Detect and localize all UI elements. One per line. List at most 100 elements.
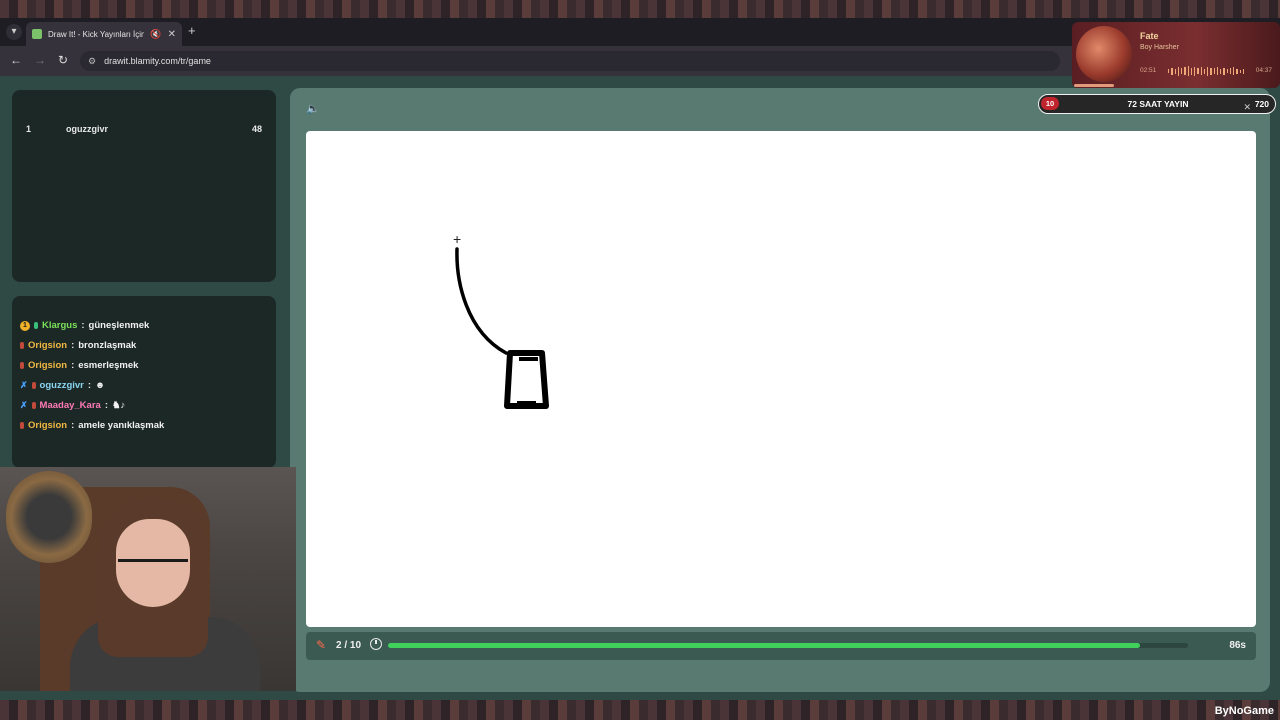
equalizer-bar xyxy=(1171,67,1173,75)
equalizer-bar xyxy=(1203,68,1205,74)
drop-badge-icon xyxy=(20,422,24,429)
leaderboard-panel: 1 oguzzgivr 48 xyxy=(12,90,276,282)
equalizer-bar xyxy=(1233,67,1235,75)
drawing-strokes xyxy=(455,247,549,409)
subathon-timer-bar: 10 72 SAAT YAYIN ✕ 720 xyxy=(1038,94,1276,114)
tab-close-icon[interactable]: ✕ xyxy=(168,29,176,40)
equalizer-bar xyxy=(1207,66,1209,76)
drop-badge-icon xyxy=(20,362,24,369)
equalizer-bar xyxy=(1168,69,1170,73)
equalizer-bar xyxy=(1213,68,1215,74)
stream-frame-bottom xyxy=(0,700,1280,720)
chat-text: bronzlaşmak xyxy=(78,340,137,351)
time-remaining: 86s xyxy=(1229,640,1246,651)
webcam-feed xyxy=(0,467,296,691)
chat-message: ✗ oguzzgivr: ☻ xyxy=(20,380,106,391)
forward-arrow-icon[interactable]: → xyxy=(34,53,46,67)
leaderboard-row: 1 oguzzgivr 48 xyxy=(12,124,276,138)
cam-glasses xyxy=(118,559,188,573)
close-icon[interactable]: ✕ xyxy=(1243,102,1251,113)
equalizer-bar xyxy=(1242,68,1244,74)
song-total-time: 04:37 xyxy=(1255,67,1272,74)
timer-progress-bar xyxy=(388,643,1188,648)
chat-message: Origsion: bronzlaşmak xyxy=(20,340,136,351)
subathon-right-value: 720 xyxy=(1254,99,1269,109)
chat-message: 1 Klargus: güneşlenmek xyxy=(20,320,149,331)
chat-message: Origsion: esmerleşmek xyxy=(20,360,138,371)
song-elapsed-time: 02:51 xyxy=(1140,67,1157,74)
equalizer-bar xyxy=(1194,66,1196,76)
chat-username[interactable]: Maaday_Kara xyxy=(40,400,101,411)
equalizer-bar xyxy=(1216,67,1218,75)
subathon-title: 72 SAAT YAYIN xyxy=(1127,99,1189,109)
equalizer-bar xyxy=(1236,68,1238,74)
new-tab-button[interactable]: + xyxy=(188,23,196,38)
equalizer-bar xyxy=(1177,66,1179,76)
chat-username[interactable]: Origsion xyxy=(28,420,67,431)
equalizer-bar xyxy=(1174,68,1176,74)
volume-icon[interactable]: 🔈 xyxy=(306,102,320,115)
leaderboard-rank: 1 xyxy=(26,124,32,134)
equalizer-bar xyxy=(1184,67,1186,75)
vip-badge-icon: 1 xyxy=(20,320,30,331)
channel-watermark: ByNoGame xyxy=(1214,705,1274,717)
now-playing-widget: Fate Boy Harsher 02:51 04:37 xyxy=(1072,22,1280,88)
game-status-bar: ✎ 2 / 10 86s xyxy=(306,632,1256,660)
chat-message: Origsion: amele yanıklaşmak xyxy=(20,420,164,431)
emote-icon: ☻ xyxy=(95,380,106,391)
leaderboard-player-name: oguzzgivr xyxy=(66,124,108,134)
equalizer-bar xyxy=(1239,69,1241,73)
chat-username[interactable]: Origsion xyxy=(28,340,67,351)
game-panel: 🔈 + ✎ 2 / 10 86s xyxy=(290,88,1270,692)
equalizer-bar xyxy=(1220,68,1222,74)
chat-text: amele yanıklaşmak xyxy=(78,420,165,431)
leaderboard-score: 48 xyxy=(251,124,262,134)
drop-badge-icon xyxy=(31,382,36,389)
stream-frame-top xyxy=(0,0,1280,18)
equalizer-bar xyxy=(1210,67,1212,75)
equalizer-bar xyxy=(1187,66,1189,76)
favicon-icon xyxy=(32,29,42,39)
pencil-icon: ✎ xyxy=(316,638,327,652)
album-art xyxy=(1076,26,1132,82)
equalizer-bar xyxy=(1197,68,1199,74)
song-title: Fate xyxy=(1140,31,1159,41)
emote-icon: ♞♪ xyxy=(111,400,126,411)
timer-progress-fill xyxy=(388,643,1140,648)
chat-text: esmerleşmek xyxy=(78,360,139,371)
cam-fur-hood xyxy=(6,471,92,563)
chat-username[interactable]: Origsion xyxy=(28,360,67,371)
drop-badge-icon xyxy=(20,342,24,349)
chat-username[interactable]: oguzzgivr xyxy=(40,380,84,391)
drawing-canvas[interactable]: + xyxy=(306,131,1256,627)
sword-badge-icon: ✗ xyxy=(20,380,28,390)
crosshair-cursor-icon: + xyxy=(453,231,462,247)
site-settings-icon[interactable]: ⚙ xyxy=(88,56,96,67)
browser-tab[interactable]: Draw It! - Kick Yayınları İçin 🔇 ✕ xyxy=(26,22,182,46)
reload-icon[interactable]: ↻ xyxy=(58,53,68,67)
sword-badge-icon: ✗ xyxy=(20,400,28,410)
equalizer-bar xyxy=(1226,69,1228,73)
tab-title: Draw It! - Kick Yayınları İçin xyxy=(48,29,145,39)
equalizer-bar xyxy=(1181,68,1183,74)
chat-message: ✗ Maaday_Kara: ♞♪ xyxy=(20,400,126,411)
equalizer-bar xyxy=(1223,67,1225,75)
speaker-muted-icon[interactable]: 🔇 xyxy=(150,29,161,40)
back-arrow-icon[interactable]: ← xyxy=(10,53,22,67)
drop-badge-icon xyxy=(34,322,38,329)
timer-icon xyxy=(370,638,382,650)
chat-username[interactable]: Klargus xyxy=(42,320,77,331)
equalizer-bar xyxy=(1190,67,1192,75)
equalizer-bar xyxy=(1229,68,1231,74)
equalizer-bar xyxy=(1200,67,1202,75)
chat-text: güneşlenmek xyxy=(88,320,150,331)
song-artist: Boy Harsher xyxy=(1140,44,1179,51)
url-field[interactable]: ⚙ drawit.blamity.com/tr/game xyxy=(80,51,1060,71)
url-text: drawit.blamity.com/tr/game xyxy=(104,56,211,66)
chat-panel: 1 Klargus: güneşlenmek Origsion: bronzlaşm… xyxy=(12,296,276,468)
tab-list-button[interactable]: ▾ xyxy=(6,24,22,40)
equalizer-bars xyxy=(1168,66,1244,76)
song-progress-bar xyxy=(1074,84,1114,87)
round-counter: 2 / 10 xyxy=(336,640,362,651)
drop-badge-icon xyxy=(31,402,36,409)
